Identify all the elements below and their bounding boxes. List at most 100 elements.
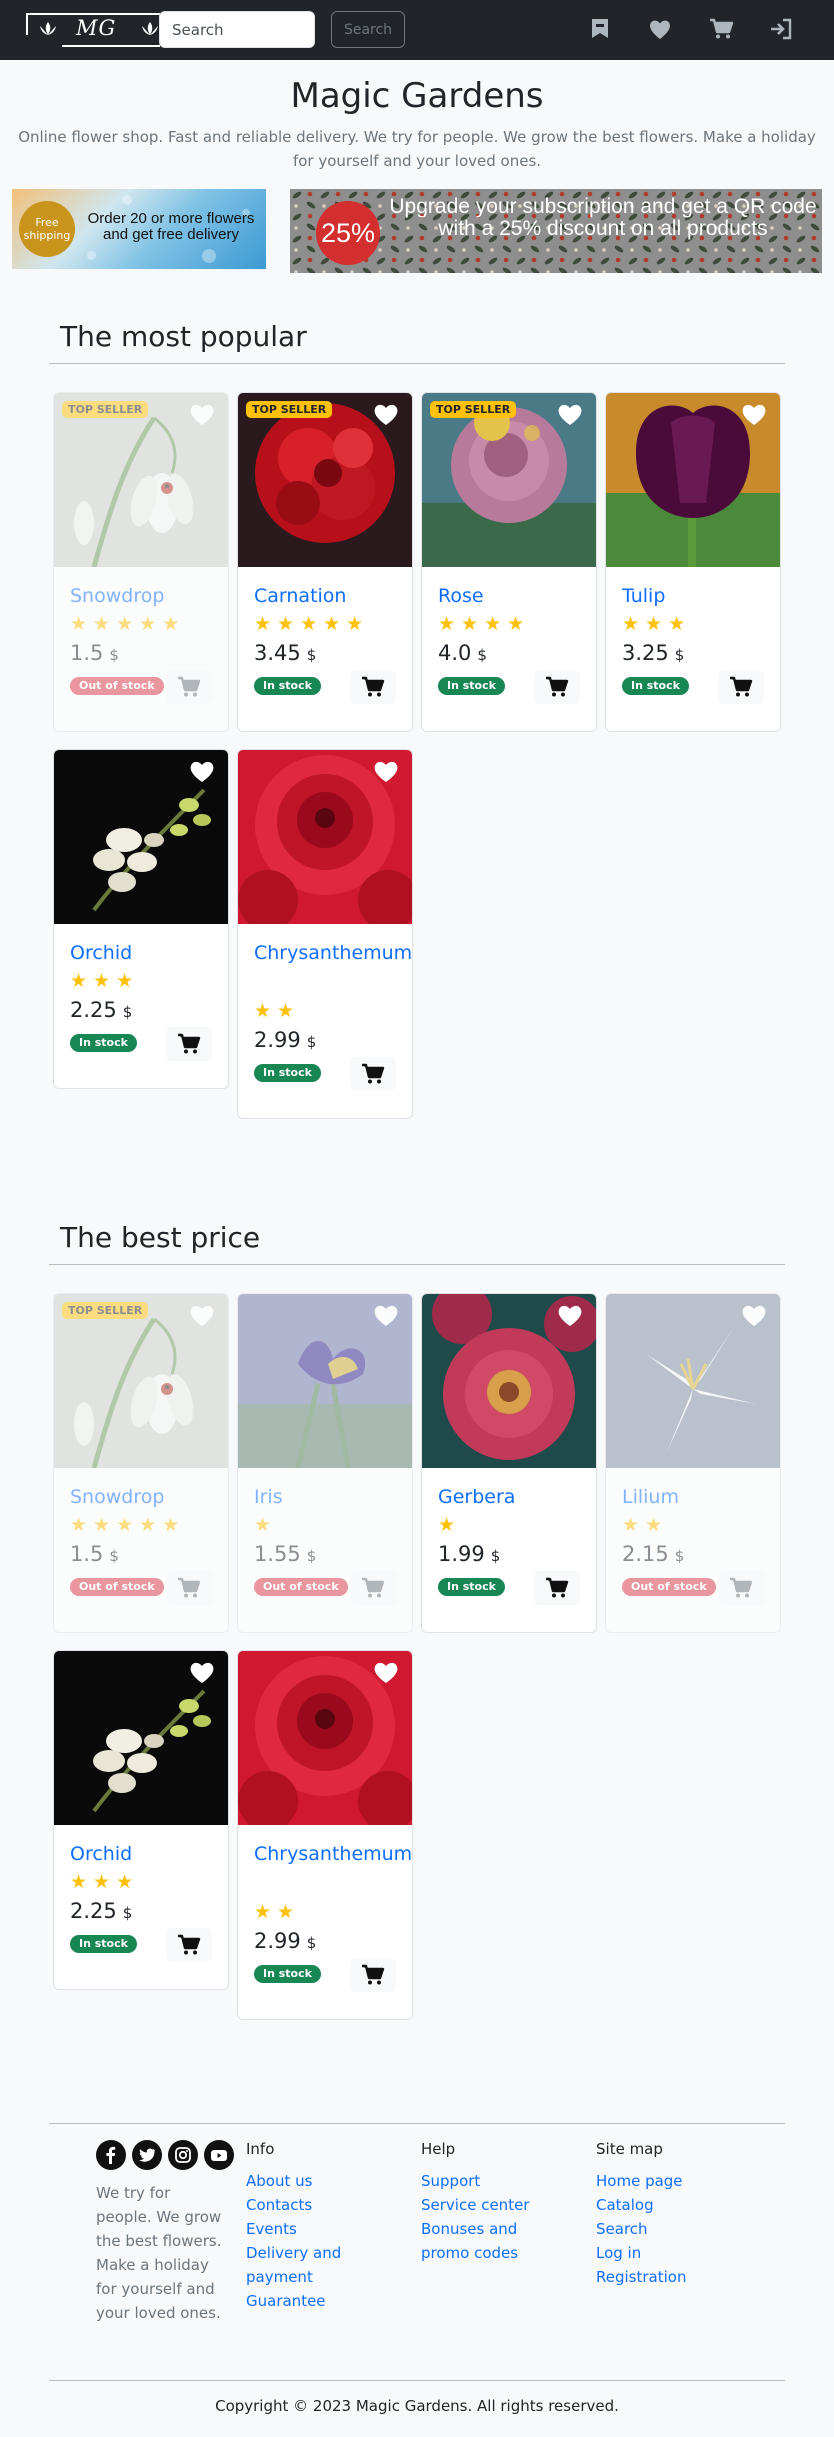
favorite-heart-icon[interactable] xyxy=(372,758,400,784)
footer-link[interactable]: Service center xyxy=(421,2193,531,2217)
favorite-heart-icon[interactable] xyxy=(740,1302,768,1328)
product-card[interactable]: TOP SELLER Snowdrop ★★★★★ 1.5 $ Out of stock xyxy=(53,1293,229,1633)
heart-icon[interactable] xyxy=(647,16,673,42)
discount-banner[interactable]: 25% Upgrade your subscription and get a … xyxy=(290,189,822,273)
favorite-heart-icon[interactable] xyxy=(372,1659,400,1685)
footer-link[interactable]: Support xyxy=(421,2169,531,2193)
favorite-heart-icon[interactable] xyxy=(372,401,400,427)
product-image[interactable] xyxy=(606,393,780,567)
search-input[interactable] xyxy=(159,11,315,48)
logo[interactable]: MG xyxy=(26,13,160,47)
add-to-cart-button[interactable] xyxy=(350,1571,396,1605)
footer-link[interactable]: Events xyxy=(246,2217,356,2241)
product-name[interactable]: Tulip xyxy=(622,581,772,611)
add-to-cart-button[interactable] xyxy=(534,1571,580,1605)
product-price: 1.5 $ xyxy=(70,1542,119,1566)
product-name[interactable]: Orchid xyxy=(70,1839,220,1869)
product-card[interactable]: Lilium ★★ 2.15 $ Out of stock xyxy=(605,1293,781,1633)
rating-stars: ★ xyxy=(438,1514,462,1536)
product-image[interactable] xyxy=(422,1294,596,1468)
add-to-cart-button[interactable] xyxy=(350,1958,396,1992)
favorite-heart-icon[interactable] xyxy=(188,401,216,427)
instagram-icon[interactable] xyxy=(168,2140,198,2170)
product-name[interactable]: Snowdrop xyxy=(70,581,220,611)
add-to-cart-button[interactable] xyxy=(166,1571,212,1605)
add-to-cart-button[interactable] xyxy=(534,670,580,704)
product-image[interactable] xyxy=(54,1651,228,1825)
favorite-heart-icon[interactable] xyxy=(188,1302,216,1328)
footer-link[interactable]: Delivery and payment xyxy=(246,2241,356,2289)
footer-link[interactable]: Guarantee xyxy=(246,2289,356,2313)
product-name[interactable]: Lilium xyxy=(622,1482,772,1512)
footer-link[interactable]: Search xyxy=(596,2217,686,2241)
product-card[interactable]: TOP SELLER Snowdrop ★★★★★ 1.5 $ Out of stock xyxy=(53,392,229,732)
add-to-cart-icon xyxy=(362,1577,385,1598)
product-card[interactable]: Chrysanthemum ★★ 2.99 $ In stock xyxy=(237,1650,413,2020)
add-to-cart-icon xyxy=(178,1934,201,1955)
add-to-cart-button[interactable] xyxy=(166,1928,212,1962)
add-to-cart-button[interactable] xyxy=(166,1027,212,1061)
price-value: 1.99 xyxy=(438,1542,485,1566)
product-name[interactable]: Rose xyxy=(438,581,588,611)
favorite-heart-icon[interactable] xyxy=(188,1659,216,1685)
cart-icon[interactable] xyxy=(708,16,734,42)
favorite-heart-icon[interactable] xyxy=(556,1302,584,1328)
product-image[interactable] xyxy=(54,750,228,924)
product-card[interactable]: Orchid ★★★ 2.25 $ In stock xyxy=(53,1650,229,1990)
product-image[interactable]: TOP SELLER xyxy=(238,393,412,567)
add-to-cart-button[interactable] xyxy=(718,1571,764,1605)
footer-link[interactable]: About us xyxy=(246,2169,356,2193)
product-image[interactable] xyxy=(606,1294,780,1468)
favorite-heart-icon[interactable] xyxy=(372,1302,400,1328)
favorite-heart-icon[interactable] xyxy=(740,401,768,427)
product-card[interactable]: Gerbera ★ 1.99 $ In stock xyxy=(421,1293,597,1633)
footer-link[interactable]: Home page xyxy=(596,2169,686,2193)
login-icon[interactable] xyxy=(768,16,794,42)
footer-link[interactable]: Bonuses and promo codes xyxy=(421,2217,531,2265)
add-to-cart-button[interactable] xyxy=(718,670,764,704)
product-card[interactable]: Iris ★ 1.55 $ Out of stock xyxy=(237,1293,413,1633)
bookmark-icon[interactable] xyxy=(587,16,613,42)
discount-badge: 25% xyxy=(316,201,380,265)
product-name[interactable]: Chrysanthemum xyxy=(254,938,412,968)
free-shipping-banner[interactable]: Free shipping Order 20 or more flowers a… xyxy=(12,189,266,269)
product-price: 2.25 $ xyxy=(70,998,132,1022)
add-to-cart-button[interactable] xyxy=(350,1057,396,1091)
footer-link[interactable]: Registration xyxy=(596,2265,686,2289)
price-value: 3.25 xyxy=(622,641,669,665)
product-image[interactable]: TOP SELLER xyxy=(422,393,596,567)
product-price: 3.45 $ xyxy=(254,641,316,665)
product-name[interactable]: Chrysanthemum xyxy=(254,1839,412,1869)
footer-link[interactable]: Contacts xyxy=(246,2193,356,2217)
add-to-cart-button[interactable] xyxy=(350,670,396,704)
product-image[interactable] xyxy=(238,1651,412,1831)
product-image[interactable] xyxy=(238,1294,412,1469)
product-card[interactable]: Orchid ★★★ 2.25 $ In stock xyxy=(53,749,229,1089)
product-card[interactable]: TOP SELLER Carnation ★★★★★ 3.45 $ In stock xyxy=(237,392,413,732)
youtube-icon[interactable] xyxy=(204,2140,234,2170)
logo-text: MG xyxy=(76,16,117,40)
product-name[interactable]: Gerbera xyxy=(438,1482,588,1512)
footer-column-title: Info xyxy=(246,2140,275,2158)
twitter-icon[interactable] xyxy=(132,2140,162,2170)
footer-link[interactable]: Catalog xyxy=(596,2193,686,2217)
product-image[interactable] xyxy=(238,750,412,930)
product-name[interactable]: Carnation xyxy=(254,581,404,611)
add-to-cart-button[interactable] xyxy=(166,670,212,704)
product-name[interactable]: Iris xyxy=(254,1482,404,1512)
add-to-cart-icon xyxy=(546,676,569,697)
product-card[interactable]: TOP SELLER Rose ★★★★ 4.0 $ In stock xyxy=(421,392,597,732)
favorite-heart-icon[interactable] xyxy=(556,401,584,427)
facebook-icon[interactable] xyxy=(96,2140,126,2170)
product-name[interactable]: Snowdrop xyxy=(70,1482,220,1512)
product-card[interactable]: Tulip ★★★ 3.25 $ In stock xyxy=(605,392,781,732)
rating-stars: ★★ xyxy=(254,1901,301,1923)
lotus-icon xyxy=(40,22,56,35)
product-image[interactable]: TOP SELLER xyxy=(54,393,228,568)
product-card[interactable]: Chrysanthemum ★★ 2.99 $ In stock xyxy=(237,749,413,1119)
search-button[interactable]: Search xyxy=(331,11,405,48)
favorite-heart-icon[interactable] xyxy=(188,758,216,784)
product-image[interactable]: TOP SELLER xyxy=(54,1294,228,1469)
footer-link[interactable]: Log in xyxy=(596,2241,686,2265)
product-name[interactable]: Orchid xyxy=(70,938,220,968)
